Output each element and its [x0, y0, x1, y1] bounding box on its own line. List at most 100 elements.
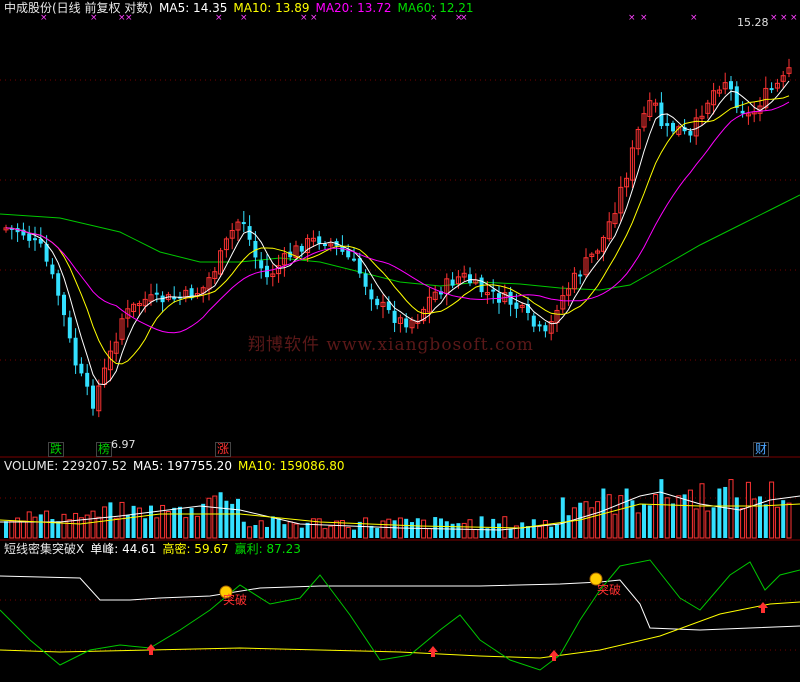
- candle-body-down: [514, 302, 519, 309]
- candle-body-down: [73, 337, 78, 366]
- volume-bar-down: [624, 488, 629, 538]
- high-density-value: 高密: 59.67: [162, 542, 229, 556]
- volume-bar-down: [456, 523, 461, 538]
- event-mark-list[interactable]: 榜: [96, 442, 113, 457]
- volume-bar-up: [212, 495, 218, 539]
- watermark: 翔博软件 www.xiangbosoft.com: [248, 335, 534, 355]
- volume-bar-up: [467, 519, 473, 539]
- volume-bar-up: [183, 517, 189, 539]
- top-marker: ×: [690, 13, 698, 23]
- volume-bar-up: [113, 517, 119, 539]
- volume-bar-down: [149, 505, 153, 538]
- candle-body-down: [62, 294, 66, 316]
- volume-bar-up: [571, 507, 577, 539]
- candle-body-down: [241, 222, 246, 225]
- volume-bar-down: [439, 518, 443, 538]
- volume-bar-up: [322, 528, 328, 539]
- volume-bar-up: [421, 519, 427, 539]
- volume-bar-down: [555, 524, 559, 538]
- candle-body-down: [769, 88, 774, 91]
- volume-bar-up: [84, 514, 90, 539]
- candle-body-down: [357, 258, 362, 274]
- top-marker: ×: [640, 13, 648, 23]
- volume-bar-up: [386, 518, 392, 539]
- candle-body-down: [531, 315, 536, 327]
- volume-bar-up: [78, 517, 84, 539]
- candle-body-down: [468, 274, 472, 284]
- volume-bar-up: [769, 481, 775, 539]
- volume-bar-up: [206, 497, 212, 539]
- volume-bar-down: [566, 515, 571, 538]
- candle-body-down: [404, 318, 409, 328]
- volume-bar-up: [618, 495, 624, 539]
- volume-bar-down: [520, 522, 525, 538]
- volume-bar-down: [270, 516, 275, 538]
- candle-body-down: [154, 292, 159, 295]
- volume-bar-down: [433, 517, 438, 538]
- breakout-label-1: 突破: [223, 593, 248, 607]
- event-mark-finance[interactable]: 财: [753, 442, 770, 457]
- volume-bar-down: [531, 519, 536, 538]
- candle-body-down: [346, 250, 351, 258]
- volume-bar-up: [293, 523, 299, 539]
- single-peak-value: 单峰: 44.61: [90, 542, 157, 556]
- price-header: 中成股份(日线 前复权 对数) MA5: 14.35 MA10: 13.89 MA20…: [4, 1, 480, 15]
- up-arrow-icon: [758, 602, 768, 613]
- volume-bar-up: [583, 501, 589, 539]
- candle-body-down: [50, 264, 55, 275]
- candle-body-down: [323, 244, 327, 247]
- volume-bar-down: [56, 521, 61, 538]
- candle-body-down: [729, 81, 733, 90]
- volume-bar-up: [589, 507, 595, 539]
- volume-bar-up: [247, 526, 253, 539]
- volume-bar-down: [172, 507, 177, 538]
- event-mark-fall[interactable]: 跌: [48, 442, 65, 457]
- volume-bar-down: [4, 521, 8, 538]
- volume-bar-up: [537, 526, 543, 539]
- volume-bar-down: [763, 504, 768, 538]
- volume-bar-down: [526, 526, 530, 538]
- volume-bar-up: [687, 489, 693, 539]
- top-marker: ×: [780, 13, 788, 23]
- volume-value: VOLUME: 229207.52: [4, 459, 127, 473]
- candle-body-down: [317, 236, 322, 244]
- volume-bar-down: [734, 497, 739, 538]
- top-marker: ×: [790, 13, 798, 23]
- volume-bar-up: [154, 517, 160, 539]
- volume-bar-down: [781, 500, 786, 538]
- candle-body-down: [67, 317, 72, 339]
- candle-body-down: [79, 363, 84, 374]
- candle-body-down: [491, 289, 496, 292]
- volume-bar-up: [699, 483, 705, 539]
- ma5-value: MA5: 14.35: [159, 1, 228, 15]
- volume-bar-down: [392, 520, 397, 538]
- candle-body-down: [392, 310, 397, 323]
- volume-bar-down: [265, 526, 269, 538]
- volume-bar-down: [508, 528, 513, 538]
- event-mark-rise[interactable]: 涨: [215, 442, 232, 457]
- breakout-label-2: 突破: [597, 583, 622, 597]
- volume-bar-up: [194, 515, 200, 539]
- volume-bar-down: [711, 507, 716, 538]
- volume-bar-up: [745, 481, 751, 539]
- volume-bar-down: [369, 525, 374, 538]
- volume-bar-up: [96, 516, 102, 539]
- chart-stage: × × × × × × × × × × × × × × × × × 翔博软件 www.xiangbosoft.c…: [0, 0, 800, 682]
- candle-body-down: [259, 260, 264, 269]
- candle-body-down: [734, 86, 739, 108]
- volume-bar-down: [717, 488, 722, 538]
- volume-bar-down: [218, 492, 223, 538]
- candle-body-down: [688, 131, 693, 136]
- volume-bar-up: [258, 520, 264, 539]
- volume-bar-down: [647, 505, 652, 538]
- ma60-value: MA60: 12.21: [397, 1, 474, 15]
- volume-bar-up: [612, 513, 618, 539]
- candle-body-down: [578, 274, 583, 277]
- stock-title: 中成股份(日线 前复权 对数): [4, 1, 153, 15]
- volume-header: VOLUME: 229207.52 MA5: 197755.20 MA10: 159…: [4, 459, 351, 473]
- top-marker: ×: [628, 13, 636, 23]
- volume-bar-up: [61, 513, 67, 539]
- volume-bar-down: [560, 497, 565, 538]
- volume-bar-down: [549, 526, 554, 538]
- indicator-name: 短线密集突破X: [4, 542, 85, 556]
